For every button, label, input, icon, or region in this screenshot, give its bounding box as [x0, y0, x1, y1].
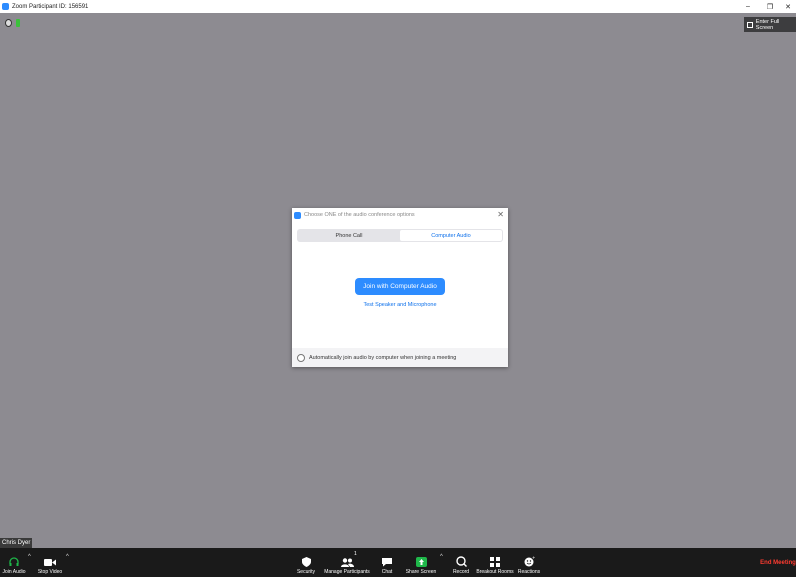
audio-tabs: Phone Call Computer Audio: [297, 229, 503, 242]
encryption-shield-icon[interactable]: [16, 19, 20, 27]
window-title: Zoom Participant ID: 156591: [12, 3, 89, 10]
manage-participants-label: Manage Participants: [324, 569, 370, 575]
video-options-caret-icon[interactable]: ^: [66, 554, 69, 560]
meeting-toolbar: Join Audio ^ Stop Video ^ Security Manag…: [0, 548, 796, 577]
title-bar: Zoom Participant ID: 156591 – ❐ ✕: [0, 0, 796, 13]
manage-participants-button[interactable]: Manage Participants: [323, 548, 371, 577]
dialog-footer: Automatically join audio by computer whe…: [292, 348, 508, 367]
reactions-smiley-icon: +: [524, 556, 535, 567]
record-icon: [455, 556, 467, 567]
dialog-header: Choose ONE of the audio conference optio…: [292, 208, 508, 222]
svg-text:+: +: [532, 556, 535, 560]
tab-computer-audio[interactable]: Computer Audio: [400, 230, 502, 241]
join-audio-button[interactable]: Join Audio: [2, 548, 26, 577]
zoom-app-icon: [2, 3, 9, 10]
minimize-button[interactable]: –: [736, 0, 760, 13]
share-options-caret-icon[interactable]: ^: [440, 554, 443, 560]
record-button[interactable]: Record: [452, 548, 470, 577]
zoom-app-icon: [294, 211, 301, 219]
end-meeting-button[interactable]: End Meeting: [760, 548, 796, 577]
audio-options-dialog: Choose ONE of the audio conference optio…: [292, 208, 508, 367]
participants-icon: [340, 558, 354, 567]
share-screen-icon: [415, 557, 427, 567]
security-label: Security: [296, 569, 316, 575]
stop-video-label: Stop Video: [37, 569, 63, 575]
share-screen-label: Share Screen: [405, 569, 437, 575]
auto-join-checkbox[interactable]: [297, 353, 305, 362]
breakout-rooms-label: Breakout Rooms: [476, 569, 514, 575]
record-label: Record: [452, 569, 470, 575]
dialog-close-icon[interactable]: ✕: [497, 210, 504, 219]
chat-label: Chat: [381, 569, 393, 575]
join-audio-label: Join Audio: [2, 569, 26, 575]
chat-bubble-icon: [382, 558, 392, 567]
participant-name-tag: Chris Dyer: [0, 538, 33, 548]
headphones-icon: [9, 557, 19, 566]
fullscreen-icon: [747, 21, 753, 28]
video-camera-icon: [44, 559, 56, 566]
enter-full-screen-button[interactable]: Enter Full Screen: [744, 17, 796, 32]
reactions-label: Reactions: [517, 569, 541, 575]
meeting-status: [5, 19, 20, 27]
security-shield-icon: [301, 557, 311, 567]
auto-join-label: Automatically join audio by computer whe…: [309, 354, 457, 361]
join-computer-audio-button[interactable]: Join with Computer Audio: [355, 278, 445, 295]
breakout-rooms-icon: [490, 557, 500, 567]
dialog-title: Choose ONE of the audio conference optio…: [304, 212, 415, 218]
test-speaker-microphone-link[interactable]: Test Speaker and Microphone: [292, 302, 508, 308]
breakout-rooms-button[interactable]: Breakout Rooms: [476, 548, 514, 577]
participants-count-badge: 1: [354, 551, 357, 557]
reactions-button[interactable]: + Reactions: [517, 548, 541, 577]
share-screen-button[interactable]: Share Screen: [406, 548, 436, 577]
audio-options-caret-icon[interactable]: ^: [28, 554, 31, 560]
stop-video-button[interactable]: Stop Video: [37, 548, 63, 577]
security-button[interactable]: Security: [295, 548, 317, 577]
tab-phone-call[interactable]: Phone Call: [298, 230, 400, 241]
fullscreen-label: Enter Full Screen: [755, 18, 780, 31]
chat-button[interactable]: Chat: [380, 548, 394, 577]
close-window-button[interactable]: ✕: [776, 0, 796, 13]
meeting-info-icon[interactable]: [5, 19, 12, 27]
